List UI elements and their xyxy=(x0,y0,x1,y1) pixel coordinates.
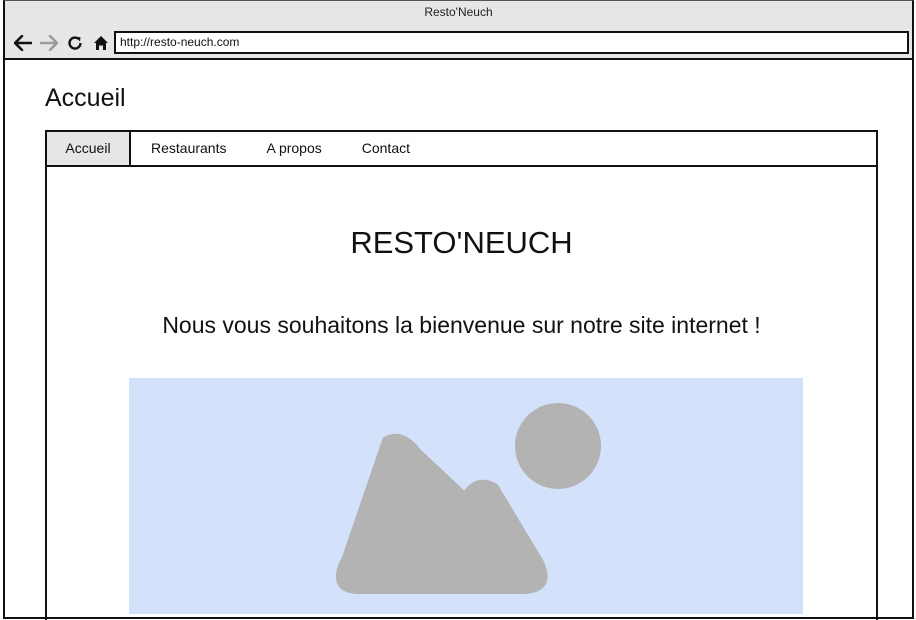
window-title: Resto'Neuch xyxy=(424,5,493,19)
browser-window: Resto'Neuch http://resto-neuch.com Accue… xyxy=(3,0,914,620)
reload-icon[interactable] xyxy=(62,33,88,53)
page-heading: Accueil xyxy=(45,84,126,112)
content-frame: Accueil Restaurants A propos Contact RES… xyxy=(45,130,878,620)
browser-nav xyxy=(10,33,114,53)
tab-restaurants[interactable]: Restaurants xyxy=(131,132,246,165)
url-input[interactable]: http://resto-neuch.com xyxy=(114,31,909,54)
browser-titlebar: Resto'Neuch http://resto-neuch.com xyxy=(5,1,912,60)
tab-contact[interactable]: Contact xyxy=(342,132,430,165)
home-icon[interactable] xyxy=(88,33,114,53)
tab-bar: Accueil Restaurants A propos Contact xyxy=(47,132,876,167)
back-arrow-icon[interactable] xyxy=(10,33,36,53)
tab-accueil[interactable]: Accueil xyxy=(47,132,131,165)
image-placeholder-icon xyxy=(335,403,601,594)
tab-a-propos[interactable]: A propos xyxy=(246,132,341,165)
forward-arrow-icon[interactable] xyxy=(36,33,62,53)
hero-image-placeholder xyxy=(129,378,803,614)
site-title: RESTO'NEUCH xyxy=(350,225,573,260)
welcome-message: Nous vous souhaitons la bienvenue sur no… xyxy=(162,312,761,338)
